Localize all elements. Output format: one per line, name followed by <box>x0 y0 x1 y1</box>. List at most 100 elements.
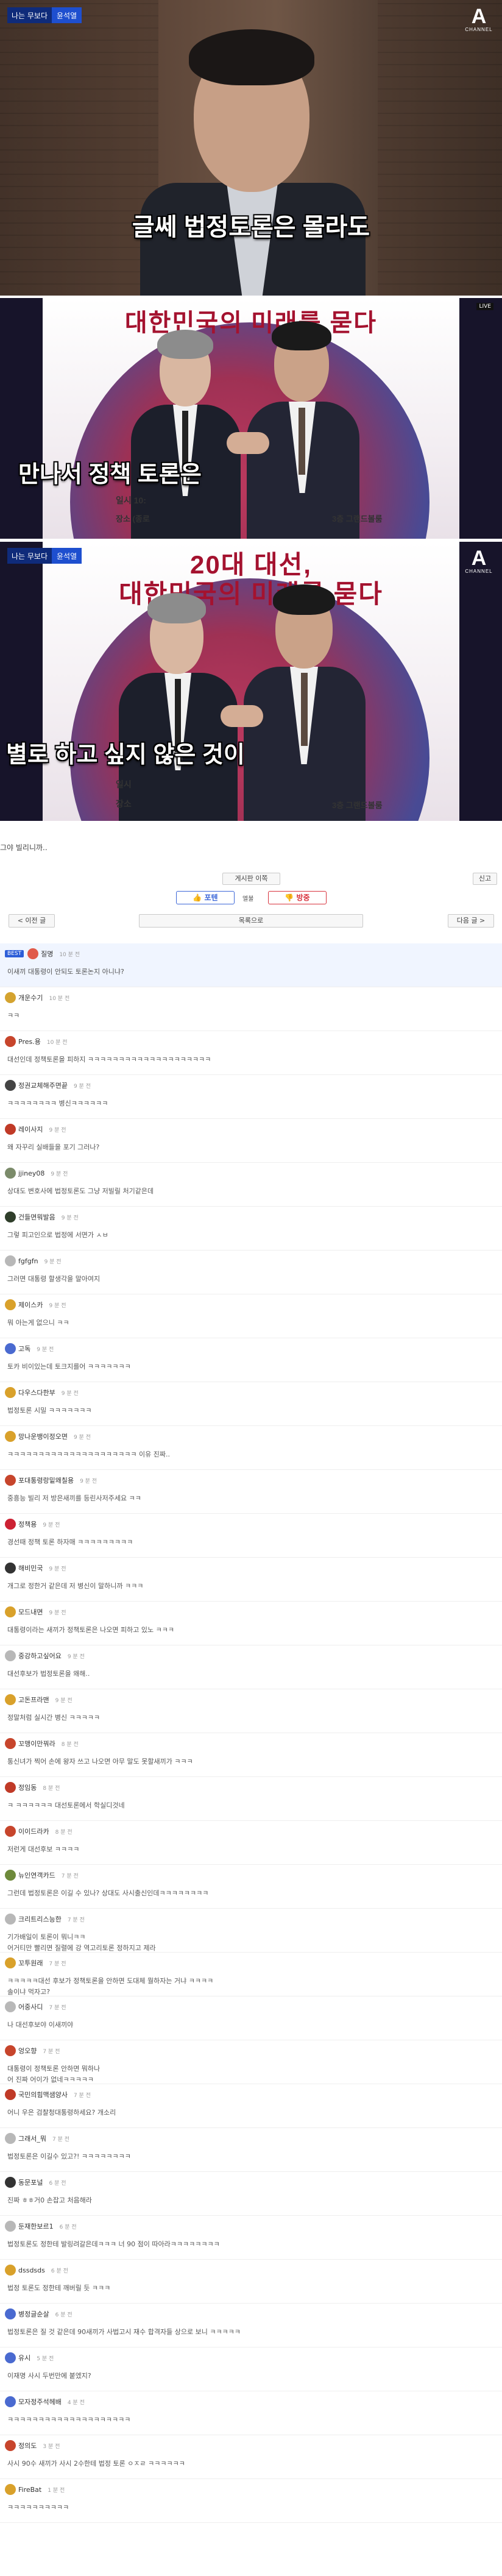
comment-author[interactable]: 포대통령랑밑왜칠용 <box>18 1475 74 1485</box>
comment-header: 병정글순살 6 분 전 <box>5 2307 497 2321</box>
comment-time: 9 분 전 <box>67 1653 85 1660</box>
comment-author[interactable]: 개운수기 <box>18 993 43 1002</box>
avatar-icon[interactable] <box>5 1914 16 1925</box>
avatar-icon[interactable] <box>5 1036 16 1047</box>
avatar-icon[interactable] <box>5 1212 16 1222</box>
comment-item: 제이스카 9 분 전뭐 아는게 없으니 ㅋㅋ <box>0 1294 502 1338</box>
poster-title-line2: 대한민국의 미래를 묻다 <box>119 580 383 608</box>
comment-author[interactable]: 제이스카 <box>18 1300 43 1310</box>
avatar-icon[interactable] <box>5 1738 16 1749</box>
board-link-button[interactable]: 게시판 이쪽 <box>222 873 280 885</box>
avatar-icon[interactable] <box>5 2089 16 2100</box>
comment-author[interactable]: 모드내면 <box>18 1607 43 1617</box>
avatar-icon[interactable] <box>5 1650 16 1661</box>
avatar-icon[interactable] <box>5 1870 16 1881</box>
comment-author[interactable]: 국민의힘맥샘양사 <box>18 2090 68 2099</box>
comment-text: 법정토론은 이길수 있고?! ㅋㅋㅋㅋㅋㅋㅋㅋ <box>7 2152 131 2160</box>
comment-author[interactable]: 크리트리스능한 <box>18 1914 62 1924</box>
comment-author[interactable]: dssdsds <box>18 2266 45 2274</box>
avatar-icon[interactable] <box>5 992 16 1003</box>
avatar-icon[interactable] <box>5 2177 16 2188</box>
avatar-icon[interactable] <box>5 2221 16 2232</box>
comment-author[interactable]: 모자정주석헤배 <box>18 2397 62 2407</box>
comment-author[interactable]: 동문포널 <box>18 2177 43 2187</box>
avatar-icon[interactable] <box>5 1080 16 1091</box>
comment-author[interactable]: 망나운뱅이정오면 <box>18 1432 68 1441</box>
avatar-icon[interactable] <box>5 1255 16 1266</box>
comment-author[interactable]: 질명 <box>41 949 53 959</box>
avatar-icon[interactable] <box>5 1782 16 1793</box>
downvote-button[interactable]: 👎 방중 <box>268 891 327 904</box>
avatar-icon[interactable] <box>5 2484 16 2495</box>
list-button[interactable]: 목록으로 <box>139 914 363 928</box>
comment-author[interactable]: 고독 <box>18 1344 30 1354</box>
comment-author[interactable]: 병정글순살 <box>18 2309 49 2319</box>
avatar-icon[interactable] <box>5 1563 16 1574</box>
upvote-button[interactable]: 👍 포텐 <box>176 891 235 904</box>
avatar-icon[interactable] <box>5 1124 16 1135</box>
comment-time: 9 분 전 <box>49 1609 66 1616</box>
avatar-icon[interactable] <box>5 2133 16 2144</box>
avatar-icon[interactable] <box>5 2396 16 2407</box>
comment-item: fgfgfn 9 분 전 그러면 대통령 할생각을 말아여지 <box>0 1251 502 1294</box>
next-post-button[interactable]: 다음 글 > <box>448 914 494 928</box>
comment-author[interactable]: 엉오향 <box>18 2046 37 2056</box>
comment-item: 그래서_뭐 7 분 전 법정토론은 이길수 있고?! ㅋㅋㅋㅋㅋㅋㅋㅋ <box>0 2128 502 2172</box>
comment-author[interactable]: 그래서_뭐 <box>18 2134 46 2143</box>
comment-header: 뉴인연객카드 7 분 전 <box>5 1868 497 1882</box>
avatar-icon[interactable] <box>5 2308 16 2319</box>
comment-author[interactable]: 뉴인연객카드 <box>18 1870 55 1880</box>
comment-author[interactable]: 둔재한보르1 <box>18 2221 54 2231</box>
comment-author[interactable]: 해비민국 <box>18 1563 43 1573</box>
comment-time: 9 분 전 <box>61 1390 79 1397</box>
avatar-icon[interactable] <box>5 1475 16 1486</box>
avatar-icon[interactable] <box>5 1519 16 1530</box>
comment-author[interactable]: 꼬맹이만꿔라 <box>18 1739 55 1748</box>
avatar-icon[interactable] <box>5 1387 16 1398</box>
avatar-icon[interactable] <box>5 1299 16 1310</box>
comment-text: 법정토론 시밀 ㅋㅋㅋㅋㅋㅋㅋ <box>7 1407 92 1414</box>
comment-author[interactable]: 정의도 <box>18 2441 37 2450</box>
comment-author[interactable]: 건들면뭐발음 <box>18 1212 55 1222</box>
avatar-icon[interactable] <box>5 1168 16 1179</box>
comment-author[interactable]: 꼬투원래 <box>18 1958 43 1968</box>
comment-text: 기가배일이 토론이 뭐니ㅋㅋ 어거티만 빨리면 질렬에 강 역고리토론 정하지고… <box>7 1933 156 1952</box>
avatar-icon[interactable] <box>5 2440 16 2451</box>
comment-author[interactable]: 이이드라카 <box>18 1826 49 1836</box>
comment-author[interactable]: 고돈프라맨 <box>18 1695 49 1705</box>
comment-author[interactable]: 레이사지 <box>18 1124 43 1134</box>
comment-item: 뉴인연객카드 7 분 전 그런데 법정토론은 이길 수 있나? 상대도 사시출신인데… <box>0 1865 502 1909</box>
prev-post-button[interactable]: < 이전 글 <box>9 914 55 928</box>
comment-header: 꼬투원래 7 분 전 <box>5 1956 497 1970</box>
comment-author[interactable]: 정책용 <box>18 1519 37 1529</box>
comment-header: fgfgfn 9 분 전 <box>5 1254 497 1268</box>
comment-header: 둔재한보르1 6 분 전 <box>5 2219 497 2233</box>
poster-venue: 3층 그랜드볼룸 <box>332 514 383 523</box>
comment-author[interactable]: FireBat <box>18 2486 41 2494</box>
avatar-icon[interactable] <box>5 1826 16 1837</box>
comment-item: FireBat 1 분 전 ㅋㅋㅋㅋㅋㅋㅋㅋㅋㅋ <box>0 2479 502 2523</box>
comment-author[interactable]: 정임동 <box>18 1783 37 1792</box>
comment-author[interactable]: Pres.용 <box>18 1037 41 1046</box>
avatar-icon[interactable] <box>5 2001 16 2012</box>
comment-author[interactable]: 다우스다한부 <box>18 1388 55 1397</box>
comment-author[interactable]: 어중사디 <box>18 2002 43 2012</box>
comment-author[interactable]: 정권교체해주면끝 <box>18 1080 68 1090</box>
avatar-icon[interactable] <box>5 1957 16 1968</box>
avatar-icon[interactable] <box>5 1694 16 1705</box>
avatar-icon[interactable] <box>5 2352 16 2363</box>
comment-author[interactable]: jjiney08 <box>18 1169 44 1177</box>
avatar-icon[interactable] <box>5 2265 16 2276</box>
comment-author[interactable]: 유시 <box>18 2353 30 2363</box>
avatar-icon[interactable] <box>5 1343 16 1354</box>
comment-author[interactable]: fgfgfn <box>18 1257 38 1265</box>
avatar-icon[interactable] <box>27 948 39 959</box>
comment-item: Pres.용 10 분 전 대선인데 정책토론을 피하지 ㅋㅋㅋㅋㅋㅋㅋㅋㅋㅋㅋㅋㅋ… <box>0 1031 502 1075</box>
comment-author[interactable]: 중강하고싶어요 <box>18 1651 62 1661</box>
comment-time: 10 분 전 <box>46 1039 68 1046</box>
report-button[interactable]: 신고 <box>473 873 497 885</box>
avatar-icon[interactable] <box>5 1606 16 1617</box>
avatar-icon[interactable] <box>5 1431 16 1442</box>
comment-header: FireBat 1 분 전 <box>5 2483 497 2496</box>
avatar-icon[interactable] <box>5 2045 16 2056</box>
